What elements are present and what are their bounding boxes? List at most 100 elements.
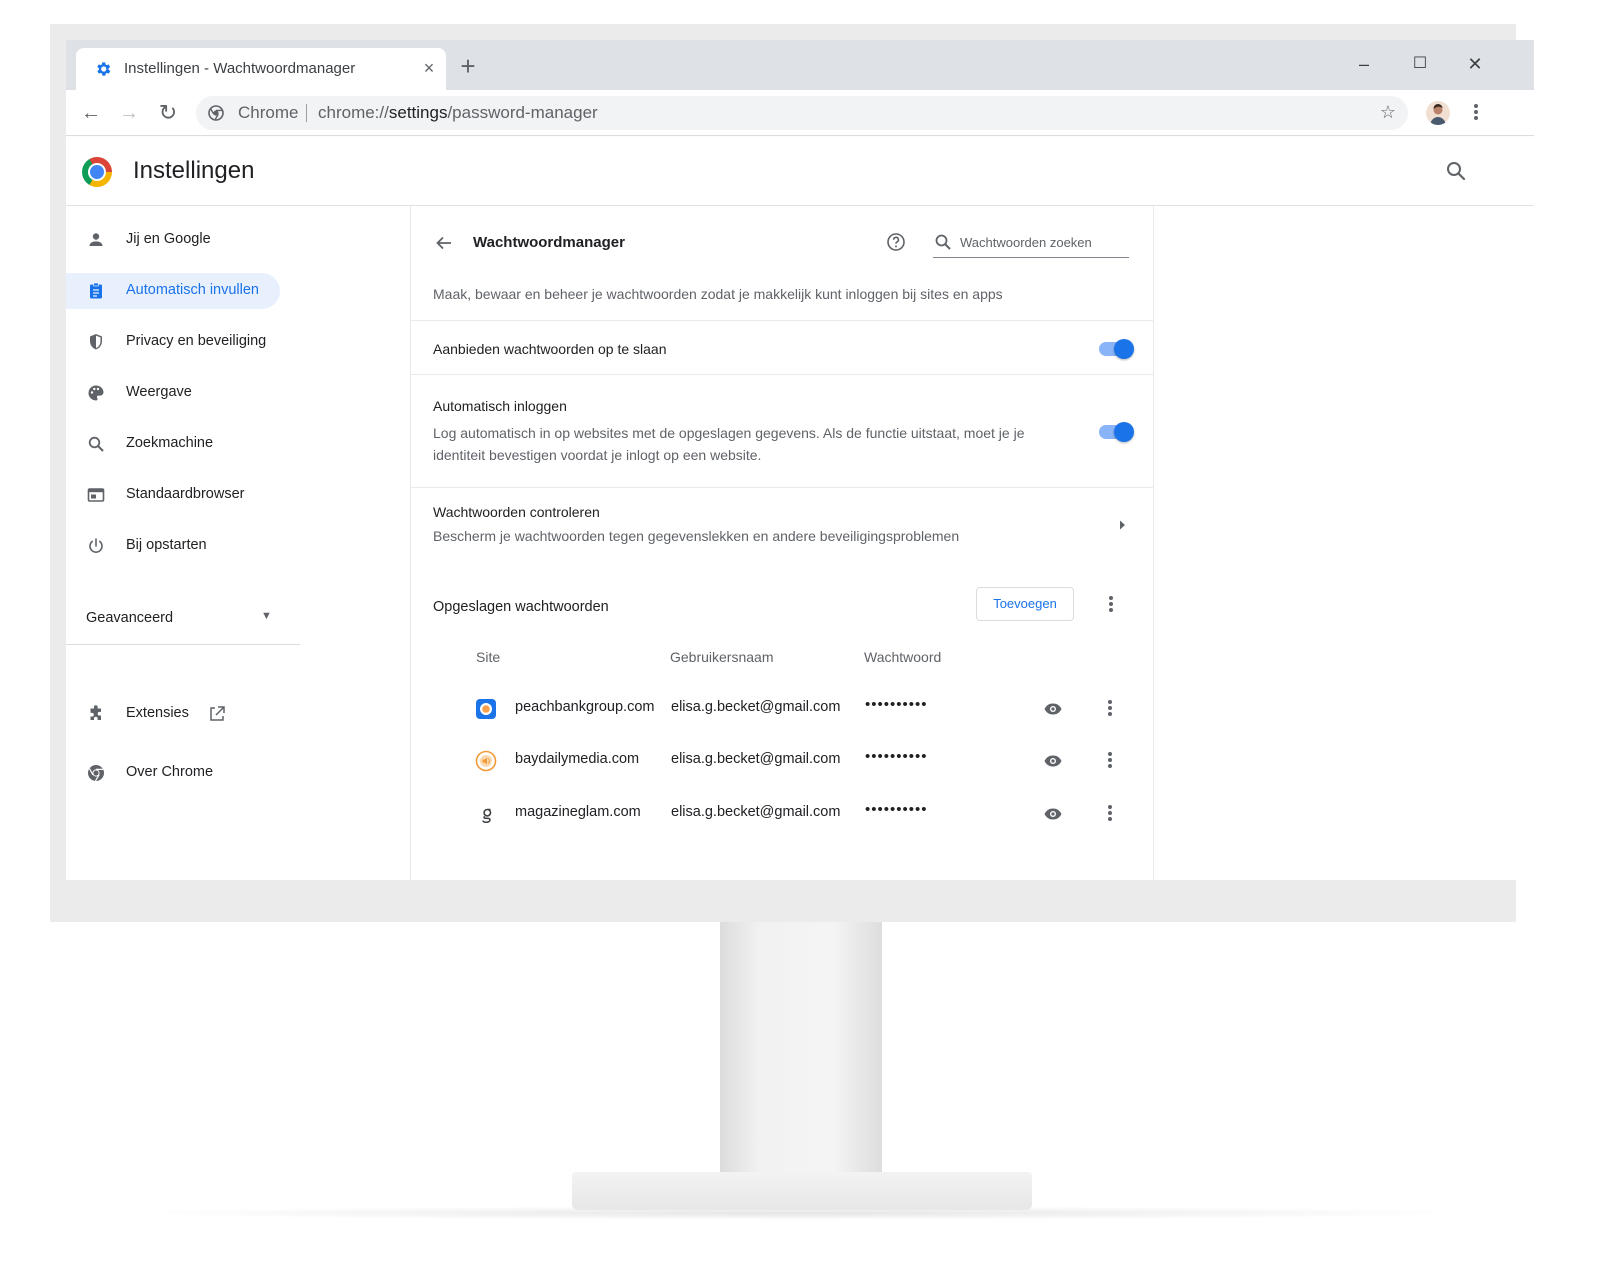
dot-icon	[1474, 110, 1478, 114]
tab-settings[interactable]: Instellingen - Wachtwoordmanager ×	[76, 48, 446, 90]
arrow-back-icon[interactable]	[433, 232, 455, 254]
dot-icon	[1474, 116, 1478, 120]
dot-icon	[1109, 608, 1113, 612]
check-passwords-description: Bescherm je wachtwoorden tegen gegevensl…	[433, 528, 960, 544]
monitor-stand-neck	[720, 922, 882, 1172]
dot-icon	[1109, 596, 1113, 600]
advanced-toggle[interactable]: Geavanceerd	[86, 610, 173, 626]
auto-signin-row: Automatisch inloggen Log automatisch in …	[411, 374, 1153, 487]
search-placeholder: Wachtwoorden zoeken	[960, 235, 1092, 250]
window-close-button[interactable]: ✕	[1463, 52, 1487, 76]
saved-passwords-menu-button[interactable]	[1101, 594, 1121, 616]
chrome-icon	[208, 105, 224, 121]
username-value: elisa.g.becket@gmail.com	[671, 804, 841, 820]
column-header-username: Gebruikersnaam	[670, 649, 774, 665]
sidebar-item-label: Zoekmachine	[126, 435, 214, 451]
table-row[interactable]: peachbankgroup.com elisa.g.becket@gmail.…	[411, 682, 1153, 734]
maximize-button[interactable]: ☐	[1408, 52, 1432, 76]
tab-title: Instellingen - Wachtwoordmanager	[124, 60, 356, 77]
password-search-input[interactable]: Wachtwoorden zoeken	[933, 230, 1129, 258]
dot-icon	[1108, 758, 1112, 762]
check-passwords-label: Wachtwoorden controleren	[433, 504, 600, 520]
site-url: baydailymedia.com	[515, 751, 640, 767]
sidebar-item-you-and-google[interactable]: Jij en Google	[66, 222, 280, 258]
section-description: Maak, bewaar en beheer je wachtwoorden z…	[433, 286, 1003, 302]
sidebar-item-default-browser[interactable]: Standaardbrowser	[66, 477, 280, 513]
forward-button[interactable]: →	[116, 100, 142, 126]
sidebar-divider	[66, 644, 300, 645]
close-icon[interactable]: ×	[418, 57, 440, 79]
palette-icon	[88, 385, 104, 401]
minimize-button[interactable]: –	[1352, 52, 1376, 76]
dot-icon	[1474, 104, 1478, 108]
chrome-logo-icon	[82, 157, 112, 187]
dot-icon	[1108, 752, 1112, 756]
help-icon[interactable]	[886, 232, 906, 252]
site-url: magazineglam.com	[515, 804, 641, 820]
table-row[interactable]: baydailymedia.com elisa.g.becket@gmail.c…	[411, 734, 1153, 786]
new-tab-button[interactable]: +	[456, 53, 480, 79]
sidebar-item-autofill[interactable]: Automatisch invullen	[66, 273, 280, 309]
row-menu-button[interactable]	[1100, 750, 1120, 772]
shield-icon	[90, 334, 102, 350]
omnibox-separator	[306, 104, 307, 122]
puzzle-icon	[90, 705, 101, 720]
username-value: elisa.g.becket@gmail.com	[671, 751, 841, 767]
table-row[interactable]: magazineglam.com elisa.g.becket@gmail.co…	[411, 787, 1153, 839]
back-button[interactable]: ←	[78, 100, 104, 126]
add-password-button[interactable]: Toevoegen	[976, 587, 1074, 621]
sidebar-item-privacy[interactable]: Privacy en beveiliging	[66, 324, 280, 360]
offer-save-toggle[interactable]	[1099, 339, 1134, 359]
reload-button[interactable]: ↻	[155, 100, 181, 126]
sidebar-item-label: Over Chrome	[126, 764, 214, 780]
dot-icon	[1108, 811, 1112, 815]
address-bar[interactable]: Chrome chrome://settings/password-manage…	[196, 96, 1408, 130]
dot-icon	[1108, 706, 1112, 710]
sidebar-item-label: Standaardbrowser	[126, 486, 245, 502]
check-passwords-row[interactable]: Wachtwoorden controleren Bescherm je wac…	[411, 487, 1153, 567]
monitor-stand-base	[572, 1172, 1032, 1210]
search-icon	[88, 436, 104, 452]
password-manager-card: Wachtwoordmanager Wachtwoorden zoeken Ma…	[411, 206, 1153, 880]
chevron-right-icon	[1120, 520, 1125, 530]
dot-icon	[1108, 764, 1112, 768]
peach-bank-favicon-icon	[476, 699, 496, 719]
eye-icon[interactable]	[1043, 699, 1063, 719]
eye-icon[interactable]	[1043, 804, 1063, 824]
row-menu-button[interactable]	[1100, 803, 1120, 825]
site-url: peachbankgroup.com	[515, 699, 655, 715]
site-chip: Chrome	[238, 103, 299, 122]
search-icon	[935, 234, 951, 250]
sidebar-item-appearance[interactable]: Weergave	[66, 375, 280, 411]
sidebar-item-label: Privacy en beveiliging	[126, 333, 267, 349]
offer-save-label: Aanbieden wachtwoorden op te slaan	[433, 341, 667, 357]
chrome-icon	[88, 765, 104, 782]
magazine-glam-favicon-icon	[482, 808, 492, 824]
browser-window: Instellingen - Wachtwoordmanager × + – ☐…	[66, 40, 1534, 880]
open-in-new-icon	[210, 706, 225, 721]
sidebar-item-label: Automatisch invullen	[126, 282, 259, 298]
auto-signin-toggle[interactable]	[1099, 422, 1134, 442]
avatar[interactable]	[1426, 101, 1450, 125]
chevron-down-icon[interactable]: ▼	[261, 610, 272, 622]
sidebar-item-search-engine[interactable]: Zoekmachine	[66, 426, 280, 462]
right-empty-panel	[1154, 206, 1534, 880]
auto-signin-description-line1: Log automatisch in op websites met de op…	[433, 425, 1025, 441]
search-icon[interactable]	[1444, 159, 1468, 183]
eye-icon[interactable]	[1043, 751, 1063, 771]
password-hidden: ••••••••••	[865, 748, 928, 765]
sidebar-item-extensions[interactable]: Extensies	[66, 696, 266, 732]
bookmark-star-icon[interactable]: ☆	[1380, 102, 1396, 123]
sidebar-item-about-chrome[interactable]: Over Chrome	[66, 755, 280, 791]
dot-icon	[1108, 700, 1112, 704]
profile-picture-icon	[1430, 104, 1446, 125]
sidebar-item-on-startup[interactable]: Bij opstarten	[66, 528, 280, 564]
dot-icon	[1108, 712, 1112, 716]
sidebar-item-label: Extensies	[126, 705, 189, 721]
password-hidden: ••••••••••	[865, 801, 928, 818]
url-text[interactable]: chrome://settings/password-manager	[318, 103, 598, 123]
username-value: elisa.g.becket@gmail.com	[671, 699, 841, 715]
browser-menu-button[interactable]	[1466, 102, 1486, 124]
row-menu-button[interactable]	[1100, 698, 1120, 720]
person-icon	[89, 233, 103, 246]
